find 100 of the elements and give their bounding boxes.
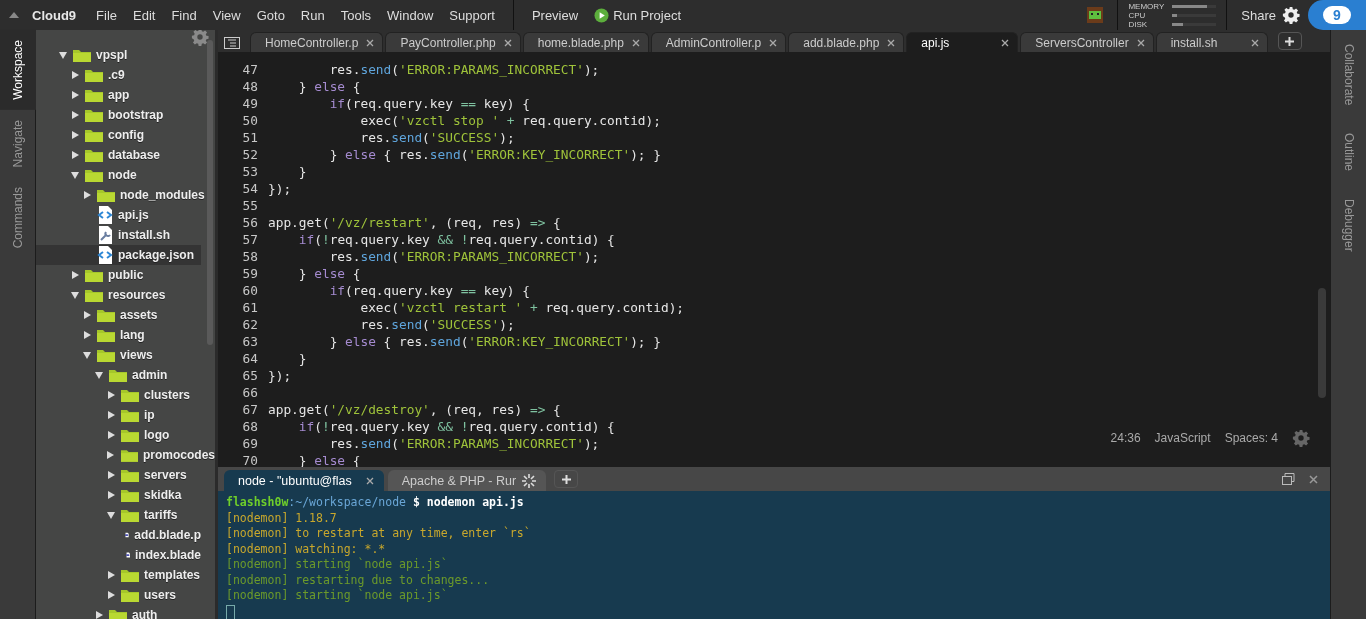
tree-folder[interactable]: .c9 xyxy=(36,65,215,85)
tree-folder[interactable]: servers xyxy=(36,465,215,485)
terminal-tab[interactable]: node - "ubuntu@flas xyxy=(224,470,384,491)
expand-arrow-icon[interactable] xyxy=(83,191,91,199)
side-tab[interactable]: Outline xyxy=(1331,119,1366,186)
side-tab[interactable]: Debugger xyxy=(1331,185,1366,267)
expand-arrow-icon[interactable] xyxy=(83,331,91,339)
expand-arrow-icon[interactable] xyxy=(71,111,79,119)
close-icon[interactable] xyxy=(1001,38,1010,47)
close-icon[interactable] xyxy=(1250,38,1259,47)
tree-folder[interactable]: lang xyxy=(36,325,215,345)
tree-document[interactable]: index.blade xyxy=(36,545,201,565)
menu-item[interactable]: View xyxy=(204,7,249,23)
expand-arrow-icon[interactable] xyxy=(95,611,103,619)
editor-tab[interactable]: AdminController.p xyxy=(650,32,787,52)
tree-folder[interactable]: ip xyxy=(36,405,215,425)
scrollbar[interactable] xyxy=(1318,288,1326,398)
tree-folder[interactable]: promocodes xyxy=(36,445,215,465)
close-icon[interactable] xyxy=(1309,474,1318,484)
tree-folder[interactable]: database xyxy=(36,145,215,165)
expand-arrow-icon[interactable] xyxy=(107,431,115,439)
close-icon[interactable] xyxy=(631,38,640,47)
expand-arrow-icon[interactable] xyxy=(107,571,115,579)
expand-arrow-icon[interactable] xyxy=(107,411,115,419)
collapse-arrow-icon[interactable] xyxy=(71,291,79,299)
collapse-arrow-icon[interactable] xyxy=(107,511,115,519)
close-icon[interactable] xyxy=(503,38,512,47)
expand-arrow-icon[interactable] xyxy=(107,451,115,459)
side-tab[interactable]: Commands xyxy=(0,177,36,259)
close-icon[interactable] xyxy=(887,38,896,47)
tree-document[interactable]: install.sh xyxy=(36,225,201,245)
expand-arrow-icon[interactable] xyxy=(71,71,79,79)
tree-folder[interactable]: node_modules xyxy=(36,185,215,205)
close-icon[interactable] xyxy=(365,476,374,485)
editor-tab[interactable]: PayController.php xyxy=(385,32,521,52)
expand-arrow-icon[interactable] xyxy=(107,391,115,399)
collapse-arrow-icon[interactable] xyxy=(71,171,79,179)
editor-tab[interactable]: api.js xyxy=(906,32,1019,52)
tree-folder[interactable]: app xyxy=(36,85,215,105)
tree-folder[interactable]: auth xyxy=(36,605,215,619)
restore-icon[interactable] xyxy=(1282,473,1295,485)
menu-item[interactable]: Edit xyxy=(125,7,164,23)
tree-folder[interactable]: tariffs xyxy=(36,505,215,525)
tree-folder[interactable]: users xyxy=(36,585,215,605)
expand-arrow-icon[interactable] xyxy=(107,591,115,599)
menu-item[interactable]: Run xyxy=(292,7,333,23)
collapse-arrow-icon[interactable] xyxy=(59,51,67,59)
tree-folder[interactable]: node xyxy=(36,165,215,185)
tree-folder[interactable]: public xyxy=(36,265,215,285)
expand-arrow-icon[interactable] xyxy=(71,91,79,99)
side-tab[interactable]: Navigate xyxy=(0,109,36,178)
tree-folder[interactable]: templates xyxy=(36,565,215,585)
expand-arrow-icon[interactable] xyxy=(71,271,79,279)
tree-document[interactable]: api.js xyxy=(36,205,201,225)
new-tab-button[interactable] xyxy=(1277,32,1302,50)
indent-label[interactable]: Spaces: 4 xyxy=(1224,429,1278,447)
preview-button[interactable]: Preview xyxy=(523,7,587,23)
collapse-arrow-icon[interactable] xyxy=(83,351,91,359)
tree-document[interactable]: package.json xyxy=(36,245,201,265)
side-tab[interactable]: Workspace xyxy=(0,30,36,110)
editor-tab[interactable]: ServersController xyxy=(1020,32,1154,52)
editor-tab[interactable]: home.blade.php xyxy=(522,32,649,52)
tree-folder[interactable]: bootstrap xyxy=(36,105,215,125)
editor-tab[interactable]: add.blade.php xyxy=(788,32,905,52)
collapse-arrow-icon[interactable] xyxy=(95,371,103,379)
new-tab-button[interactable] xyxy=(554,470,579,488)
menu-item[interactable]: Goto xyxy=(248,7,293,23)
editor-tab[interactable]: HomeController.p xyxy=(250,32,384,52)
close-icon[interactable] xyxy=(769,38,778,47)
tree-folder[interactable]: admin xyxy=(36,365,215,385)
side-tab[interactable]: Collaborate xyxy=(1331,30,1366,120)
cursor-position[interactable]: 24:36 xyxy=(1110,429,1141,447)
terminal-tab[interactable]: Apache & PHP - Rur xyxy=(387,470,547,491)
expand-arrow-icon[interactable] xyxy=(71,151,79,159)
expand-arrow-icon[interactable] xyxy=(107,471,115,479)
tree-folder[interactable]: resources xyxy=(36,285,215,305)
tree-folder[interactable]: skidka xyxy=(36,485,215,505)
tree-folder[interactable]: clusters xyxy=(36,385,215,405)
tree-folder[interactable]: views xyxy=(36,345,215,365)
tree-folder[interactable]: config xyxy=(36,125,215,145)
tree-folder[interactable]: assets xyxy=(36,305,215,325)
menu-item[interactable]: Support xyxy=(441,7,503,23)
expand-arrow-icon[interactable] xyxy=(71,131,79,139)
scrollbar[interactable] xyxy=(207,40,213,345)
tree-document[interactable]: add.blade.p xyxy=(36,525,201,545)
run-project-button[interactable]: Run Project xyxy=(594,7,682,23)
menu-item[interactable]: Window xyxy=(379,7,442,23)
tree-folder[interactable]: vpspl xyxy=(36,45,215,65)
language-label[interactable]: JavaScript xyxy=(1154,429,1211,447)
menu-item[interactable]: File xyxy=(88,7,125,23)
menu-item[interactable]: Tools xyxy=(332,7,380,23)
collapse-icon[interactable] xyxy=(9,12,19,18)
close-icon[interactable] xyxy=(366,38,375,47)
menu-item[interactable]: Find xyxy=(163,7,205,23)
expand-arrow-icon[interactable] xyxy=(83,311,91,319)
tree-folder[interactable]: logo xyxy=(36,425,215,445)
menu-icon[interactable] xyxy=(224,37,240,49)
expand-arrow-icon[interactable] xyxy=(107,491,115,499)
avatar-icon[interactable] xyxy=(1087,7,1104,23)
share-button[interactable]: Share xyxy=(1241,7,1276,23)
